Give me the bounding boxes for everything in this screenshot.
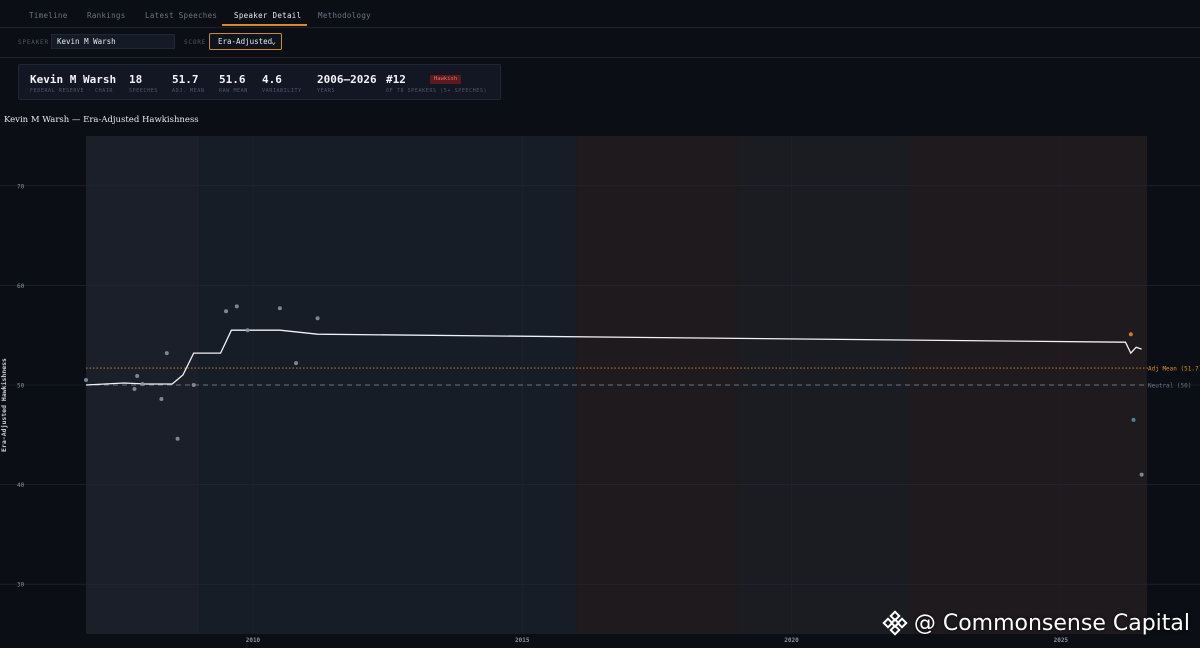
- speaker-label: SPEAKER: [18, 39, 49, 46]
- data-point-8: [224, 309, 229, 314]
- status-badge: Hawkish: [430, 75, 462, 84]
- rank-label: OF 78 SPEAKERS (5+ SPEECHES): [386, 88, 488, 94]
- hawkishness-chart: Adj Mean (51.7) Neutral (50) 30 40 50 60 70 20…: [0, 136, 1200, 644]
- data-point-15: [1131, 417, 1136, 422]
- adj-mean-value: 51.7: [172, 73, 199, 86]
- speaker-stats-card: Kevin M Warsh FEDERAL RESERVE · CHAIR 18…: [18, 64, 501, 100]
- variability-label: VARIABILITY: [262, 88, 302, 94]
- x-tick-label-2020: 2020: [784, 637, 799, 644]
- tab-timeline[interactable]: Timeline: [29, 11, 68, 20]
- data-point-0: [84, 378, 88, 383]
- tab-latest-speeches[interactable]: Latest Speeches: [145, 11, 217, 20]
- raw-mean-label: RAW MEAN: [219, 88, 248, 94]
- data-point-7: [191, 383, 196, 387]
- y-tick-label-70: 70: [17, 183, 25, 190]
- chart-title: Kevin M Warsh — Era-Adjusted Hawkishness: [4, 115, 199, 125]
- score-select-value: Era-Adjusted: [218, 37, 273, 46]
- data-point-14: [1128, 332, 1133, 337]
- data-point-6: [175, 436, 180, 441]
- data-point-3: [140, 382, 145, 387]
- score-select[interactable]: Era-Adjusted ⌄: [209, 33, 282, 50]
- x-tick-label-2015: 2015: [515, 637, 530, 644]
- tab-methodology[interactable]: Methodology: [318, 11, 371, 20]
- data-point-2: [135, 374, 140, 379]
- chevron-down-icon: ⌄: [271, 37, 276, 46]
- speeches-label: SPEECHES: [129, 88, 158, 94]
- data-point-5: [164, 351, 169, 356]
- y-tick-label-60: 60: [17, 283, 25, 290]
- y-tick-label-50: 50: [17, 383, 25, 390]
- data-point-1: [132, 386, 137, 391]
- speaker-role: FEDERAL RESERVE · CHAIR: [30, 88, 114, 94]
- years-value: 2006–2026: [317, 73, 377, 86]
- variability-value: 4.6: [262, 73, 282, 86]
- y-tick-label-40: 40: [17, 482, 25, 489]
- years-label: YEARS: [317, 88, 336, 94]
- tab-speaker-detail[interactable]: Speaker Detail: [234, 11, 301, 20]
- watermark-text: @ Commonsense Capital: [913, 610, 1190, 636]
- speeches-count: 18: [129, 73, 143, 86]
- y-axis-label: Era-Adjusted Hawkishness: [0, 358, 8, 452]
- data-point-13: [315, 316, 320, 321]
- score-label: SCORE: [184, 39, 207, 46]
- binance-logo-icon: [882, 610, 908, 636]
- controls-bar: SPEAKER SCORE Era-Adjusted ⌄: [0, 28, 1200, 58]
- tab-rankings[interactable]: Rankings: [87, 11, 126, 20]
- adj-mean-label: ADJ. MEAN: [172, 88, 205, 94]
- active-tab-underline: [222, 24, 307, 26]
- data-point-16: [1139, 472, 1144, 477]
- data-point-4: [159, 396, 164, 401]
- data-point-10: [245, 328, 250, 333]
- speaker-input[interactable]: [51, 34, 175, 49]
- y-tick-label-30: 30: [17, 582, 25, 589]
- x-tick-label-2010: 2010: [246, 637, 261, 644]
- rank-value: #12: [386, 73, 406, 86]
- data-point-11: [277, 306, 282, 311]
- watermark: @ Commonsense Capital: [882, 610, 1190, 636]
- data-point-12: [294, 361, 299, 366]
- top-nav: Timeline Rankings Latest Speeches Speake…: [0, 0, 1200, 28]
- x-tick-label-2025: 2025: [1054, 637, 1069, 644]
- reference-label-1: Neutral (50): [1148, 383, 1191, 390]
- data-point-9: [234, 304, 239, 309]
- raw-mean-value: 51.6: [219, 73, 246, 86]
- reference-label-0: Adj Mean (51.7): [1148, 366, 1200, 373]
- speaker-name: Kevin M Warsh: [30, 73, 117, 86]
